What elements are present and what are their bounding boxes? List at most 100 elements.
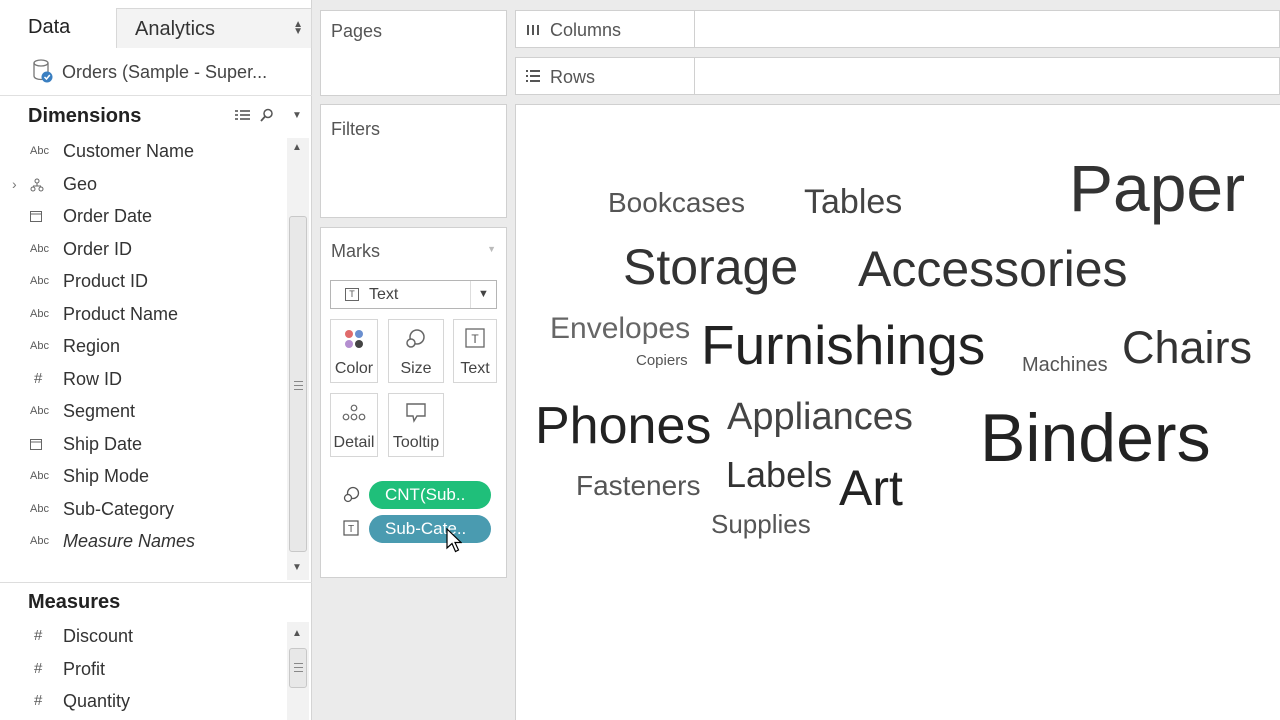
calendar-icon (30, 438, 52, 453)
dimension-field[interactable]: Abc Measure Names (0, 527, 286, 559)
abc-type-icon: Abc (30, 405, 49, 417)
rows-icon (526, 70, 540, 82)
scroll-down-icon[interactable]: ▼ (292, 562, 302, 573)
tab-data[interactable]: Data (0, 0, 116, 48)
size-icon (343, 486, 360, 503)
word-binders[interactable]: Binders (980, 404, 1211, 472)
word-labels[interactable]: Labels (726, 457, 832, 493)
dimension-field-label: Product Name (63, 303, 179, 324)
detail-label: Detail (333, 434, 375, 451)
word-appliances[interactable]: Appliances (727, 398, 913, 436)
word-envelopes[interactable]: Envelopes (550, 314, 690, 344)
measure-field[interactable]: # Quantity (0, 687, 286, 719)
columns-shelf[interactable]: Columns (515, 10, 1280, 48)
measure-field-label: Quantity (63, 691, 131, 711)
updown-arrows-icon: ▲ ▼ (293, 19, 303, 37)
marks-title: Marks (331, 241, 380, 261)
dimension-field[interactable]: Abc Order ID (0, 235, 286, 267)
dimensions-menu-chevron-down-icon[interactable]: ▼ (292, 110, 302, 121)
scroll-up-icon[interactable]: ▲ (292, 628, 302, 639)
measure-field[interactable]: # Profit (0, 655, 286, 687)
calendar-icon (30, 210, 52, 225)
word-tables[interactable]: Tables (804, 185, 902, 219)
word-machines[interactable]: Machines (1022, 355, 1108, 375)
measure-field[interactable]: # Discount (0, 622, 286, 654)
filters-shelf[interactable]: Filters (320, 104, 507, 218)
text-label: Text (460, 360, 490, 377)
dimension-field-label: Measure Names (63, 531, 196, 551)
word-supplies[interactable]: Supplies (711, 511, 811, 537)
word-art[interactable]: Art (839, 463, 903, 513)
expand-chevron-right-icon[interactable]: › (12, 176, 17, 192)
tab-analytics[interactable]: Analytics ▲ ▼ (116, 8, 312, 48)
dimension-field[interactable]: Abc Product ID (0, 267, 286, 299)
dimension-field[interactable]: Abc Region (0, 332, 286, 364)
word-bookcases[interactable]: Bookcases (608, 189, 745, 217)
tooltip-label: Tooltip (392, 434, 440, 451)
mark-type-dropdown[interactable]: T Text ▼ (330, 280, 497, 309)
columns-icon (527, 25, 539, 35)
datasource-row[interactable]: Orders (Sample - Super... (0, 50, 312, 96)
dimension-field[interactable]: # Row ID (0, 365, 286, 397)
svg-text:T: T (348, 524, 354, 535)
abc-type-icon: Abc (30, 145, 49, 157)
dimension-field[interactable]: Abc Sub-Category (0, 495, 286, 527)
rows-shelf[interactable]: Rows (515, 57, 1280, 95)
dimension-field[interactable]: Order Date (0, 202, 286, 234)
text-icon: T (343, 520, 359, 536)
size-button[interactable]: Size (388, 319, 444, 383)
search-icon[interactable] (260, 108, 274, 122)
geo-icon (30, 178, 52, 195)
measures-scrollbar[interactable]: ▲ (287, 622, 309, 720)
abc-type-icon: Abc (30, 502, 49, 515)
number-type-icon: # (34, 627, 43, 644)
scroll-thumb[interactable] (289, 216, 307, 552)
abc-type-icon: Abc (30, 242, 49, 255)
divider (694, 58, 695, 94)
dimension-field-label: Product ID (63, 271, 149, 291)
dimension-field-label: Row ID (63, 368, 123, 389)
svg-text:T: T (471, 332, 479, 346)
text-button[interactable]: T Text (453, 319, 497, 383)
color-button[interactable]: Color (330, 319, 378, 383)
dimension-field[interactable]: Abc Product Name (0, 300, 286, 332)
abc-type-icon: Abc (30, 340, 49, 352)
subcategory-pill[interactable]: Sub-Cate.. (369, 515, 491, 543)
database-icon (33, 59, 53, 83)
word-accessories[interactable]: Accessories (858, 244, 1128, 294)
word-copiers[interactable]: Copiers (636, 353, 688, 368)
abc-type-icon: Abc (30, 535, 49, 547)
detail-icon (342, 404, 366, 421)
view-canvas[interactable]: Paper Bookcases Tables Storage Accessories En… (515, 104, 1280, 720)
pages-shelf[interactable]: Pages (320, 10, 507, 96)
pages-title: Pages (331, 21, 383, 41)
dimensions-header: Dimensions (28, 105, 142, 127)
word-furnishings[interactable]: Furnishings (701, 318, 985, 373)
word-fasteners[interactable]: Fasteners (576, 472, 701, 500)
word-chairs[interactable]: Chairs (1122, 325, 1252, 370)
datasource-label: Orders (Sample - Super... (62, 62, 268, 82)
list-view-icon[interactable] (235, 108, 251, 122)
word-phones[interactable]: Phones (535, 400, 711, 452)
marks-menu-chevron-down-icon[interactable]: ▼ (487, 244, 496, 254)
word-storage[interactable]: Storage (623, 242, 798, 292)
detail-button[interactable]: Detail (330, 393, 378, 457)
dimension-field[interactable]: Abc Segment (0, 397, 286, 429)
chevron-down-icon[interactable]: ▼ (470, 281, 496, 308)
measure-field-label: Profit (63, 658, 106, 679)
dimension-field[interactable]: Ship Date (0, 430, 286, 462)
dimension-field[interactable]: › Geo (0, 170, 286, 202)
scroll-thumb[interactable] (289, 648, 307, 688)
dimension-field[interactable]: Abc Customer Name (0, 137, 286, 169)
tooltip-button[interactable]: Tooltip (388, 393, 444, 457)
dimensions-scrollbar[interactable]: ▲ ▼ (287, 138, 309, 580)
dimension-field[interactable]: Abc Ship Mode (0, 462, 286, 494)
number-type-icon: # (34, 692, 43, 709)
scroll-up-icon[interactable]: ▲ (292, 142, 302, 153)
word-paper[interactable]: Paper (1069, 155, 1245, 221)
cnt-subcategory-pill[interactable]: CNT(Sub.. (369, 481, 491, 509)
mouse-cursor-icon (446, 528, 462, 553)
filters-title: Filters (331, 119, 380, 139)
abc-type-icon: Abc (30, 307, 49, 320)
tab-analytics-label: Analytics (135, 18, 216, 40)
